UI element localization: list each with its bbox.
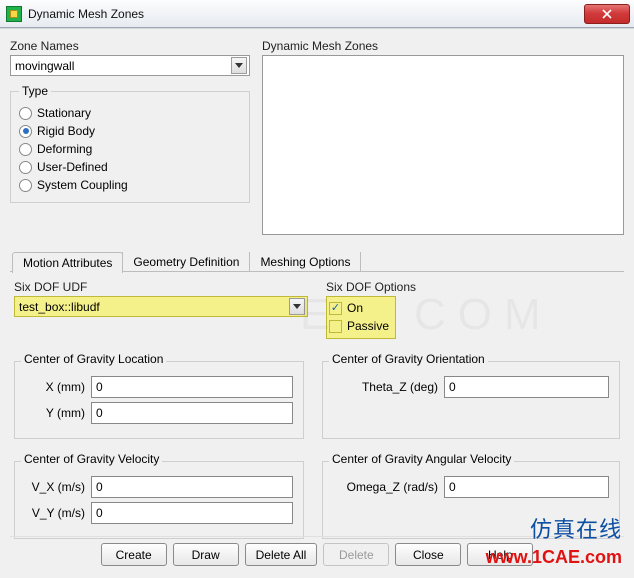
window-close-button[interactable] — [584, 4, 630, 24]
create-button[interactable]: Create — [101, 543, 167, 566]
x-input[interactable] — [91, 376, 293, 398]
delete-button: Delete — [323, 543, 389, 566]
cg-velocity-legend: Center of Gravity Velocity — [21, 452, 162, 466]
button-row: Create Draw Delete All Delete Close Help — [10, 536, 624, 572]
radio-deforming[interactable] — [19, 143, 32, 156]
vy-input[interactable] — [91, 502, 293, 524]
x-label: X (mm) — [25, 380, 85, 394]
six-dof-udf-dropdown[interactable]: test_box::libudf — [14, 296, 308, 317]
app-icon — [6, 6, 22, 22]
radio-system-coupling[interactable] — [19, 179, 32, 192]
cg-orientation-legend: Center of Gravity Orientation — [329, 352, 488, 366]
cg-location-legend: Center of Gravity Location — [21, 352, 166, 366]
group-cg-angular-velocity: Center of Gravity Angular Velocity Omega… — [322, 461, 620, 539]
type-legend: Type — [19, 84, 51, 98]
theta-z-label: Theta_Z (deg) — [333, 380, 438, 394]
tab-motion-attributes[interactable]: Motion Attributes — [12, 252, 123, 273]
six-dof-udf-value: test_box::libudf — [19, 300, 289, 314]
group-cg-velocity: Center of Gravity Velocity V_X (m/s) V_Y… — [14, 461, 304, 539]
six-dof-udf-label: Six DOF UDF — [14, 280, 308, 294]
chevron-down-icon — [289, 298, 305, 315]
delete-all-button[interactable]: Delete All — [245, 543, 318, 566]
dmz-listbox[interactable] — [262, 55, 624, 235]
radio-user-defined[interactable] — [19, 161, 32, 174]
dmz-list-label: Dynamic Mesh Zones — [262, 39, 624, 53]
radio-stationary-label: Stationary — [37, 106, 91, 120]
radio-deforming-label: Deforming — [37, 142, 92, 156]
radio-rigid-body[interactable] — [19, 125, 32, 138]
titlebar: Dynamic Mesh Zones — [0, 0, 634, 28]
radio-system-coupling-label: System Coupling — [37, 178, 128, 192]
y-label: Y (mm) — [25, 406, 85, 420]
six-dof-options-highlight: On Passive — [326, 296, 396, 339]
checkbox-on[interactable] — [329, 302, 342, 315]
group-cg-location: Center of Gravity Location X (mm) Y (mm) — [14, 361, 304, 439]
tab-geometry-definition[interactable]: Geometry Definition — [122, 252, 250, 272]
vx-label: V_X (m/s) — [25, 480, 85, 494]
close-button[interactable]: Close — [395, 543, 461, 566]
zone-names-label: Zone Names — [10, 39, 250, 53]
close-icon — [602, 9, 612, 19]
checkbox-passive-label: Passive — [347, 319, 389, 333]
radio-rigid-body-label: Rigid Body — [37, 124, 95, 138]
cg-angular-velocity-legend: Center of Gravity Angular Velocity — [329, 452, 514, 466]
zone-names-dropdown[interactable]: movingwall — [10, 55, 250, 76]
help-button[interactable]: Help — [467, 543, 533, 566]
dialog-body: Zone Names movingwall Type Stationary Ri… — [0, 28, 634, 578]
checkbox-on-label: On — [347, 301, 363, 315]
radio-user-defined-label: User-Defined — [37, 160, 108, 174]
window-title: Dynamic Mesh Zones — [28, 7, 144, 21]
checkbox-passive[interactable] — [329, 320, 342, 333]
radio-stationary[interactable] — [19, 107, 32, 120]
theta-z-input[interactable] — [444, 376, 609, 398]
draw-button[interactable]: Draw — [173, 543, 239, 566]
group-cg-orientation: Center of Gravity Orientation Theta_Z (d… — [322, 361, 620, 439]
vy-label: V_Y (m/s) — [25, 506, 85, 520]
vx-input[interactable] — [91, 476, 293, 498]
tab-content-motion: Six DOF UDF test_box::libudf Six DOF Opt… — [10, 272, 624, 543]
chevron-down-icon — [231, 57, 247, 74]
zone-names-value: movingwall — [15, 59, 231, 73]
omega-z-input[interactable] — [444, 476, 609, 498]
six-dof-options-label: Six DOF Options — [326, 280, 620, 294]
tabstrip: Motion Attributes Geometry Definition Me… — [10, 249, 624, 272]
tab-meshing-options[interactable]: Meshing Options — [249, 252, 361, 272]
omega-z-label: Omega_Z (rad/s) — [333, 480, 438, 494]
type-group: Type Stationary Rigid Body Deforming Use… — [10, 84, 250, 203]
y-input[interactable] — [91, 402, 293, 424]
